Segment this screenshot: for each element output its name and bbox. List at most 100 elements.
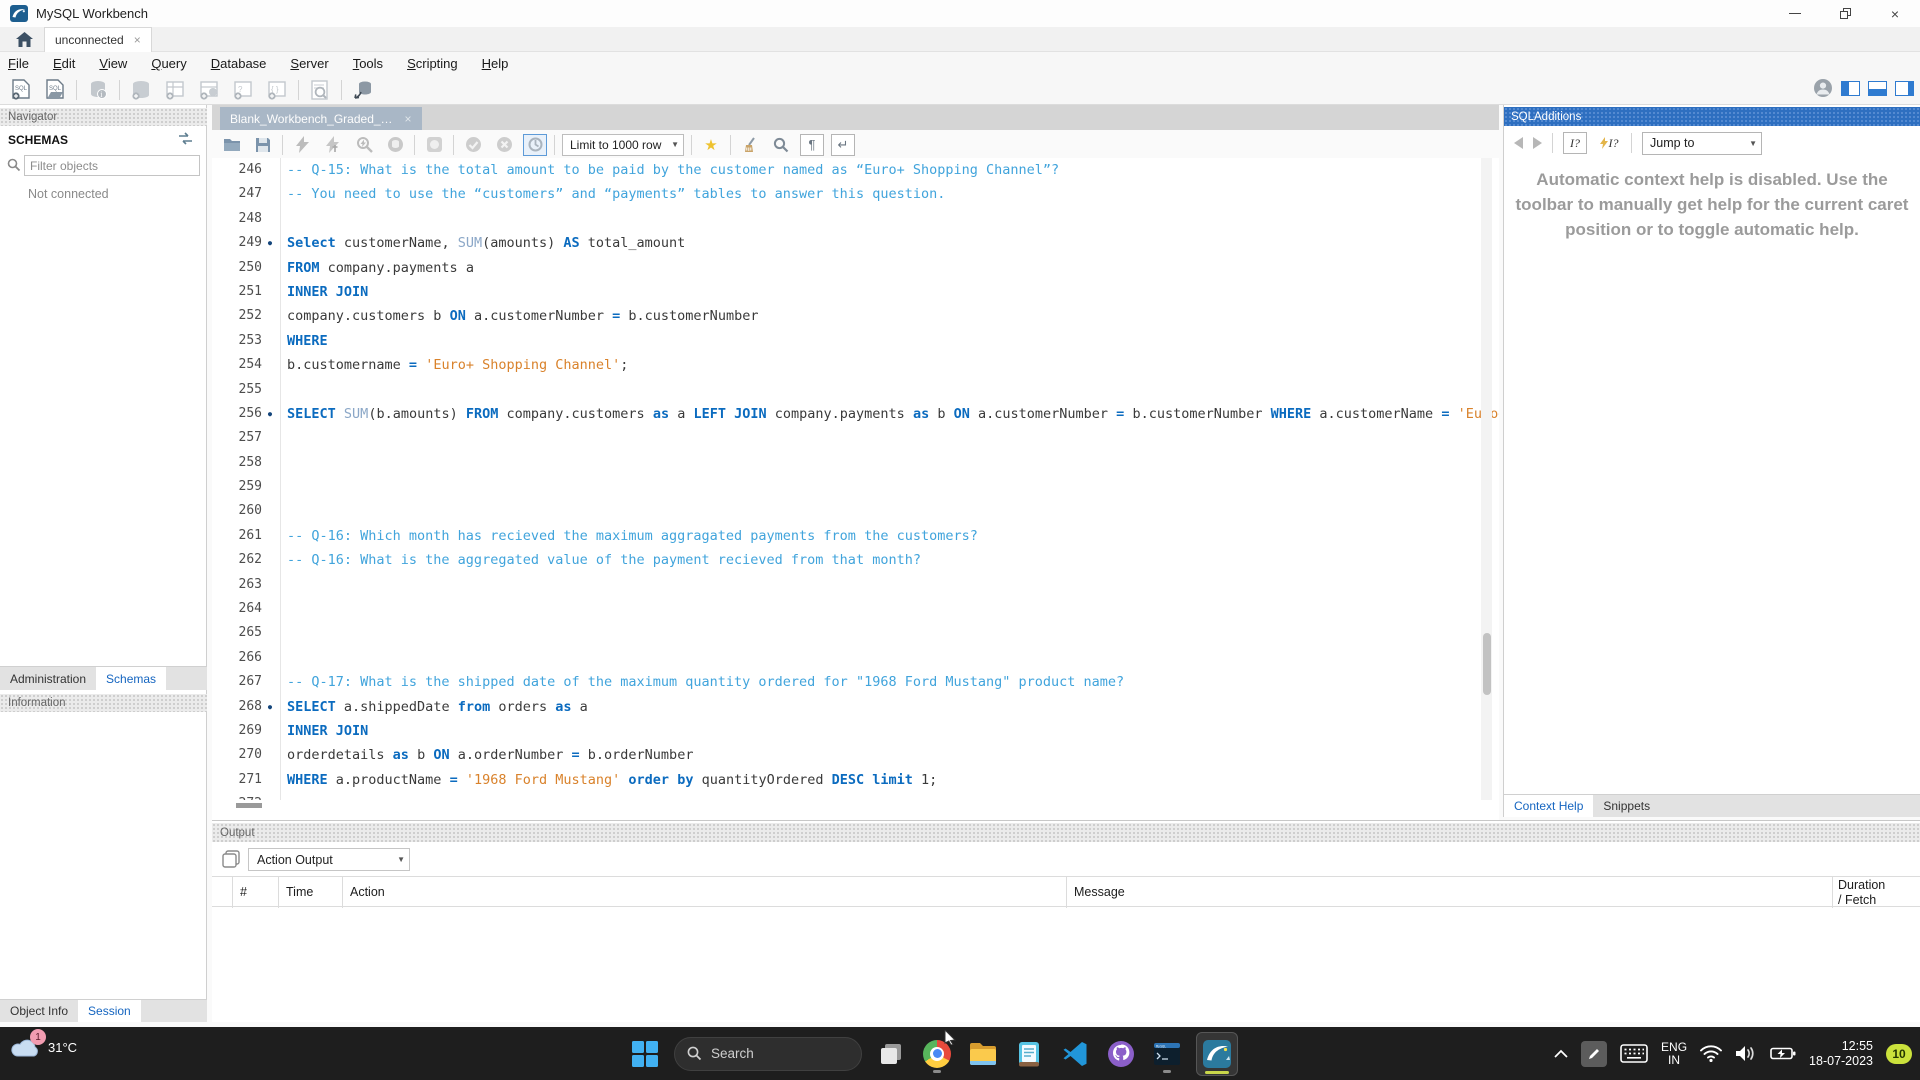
menu-server[interactable]: Server: [290, 56, 328, 71]
battery-charging-icon[interactable]: [1770, 1046, 1796, 1061]
tab-schemas[interactable]: Schemas: [96, 667, 166, 690]
toggle-autocommit-icon[interactable]: [523, 134, 547, 156]
chevron-up-icon[interactable]: [1554, 1049, 1568, 1058]
chrome-taskbar-icon[interactable]: [920, 1034, 954, 1074]
code-line-264[interactable]: 264: [212, 597, 1499, 621]
search-box[interactable]: Search: [674, 1037, 862, 1071]
mysql-cli-icon[interactable]: MySQL: [1150, 1034, 1184, 1074]
code-line-266[interactable]: 266: [212, 646, 1499, 670]
code-line-262[interactable]: 262-- Q-16: What is the aggregated value…: [212, 548, 1499, 572]
touch-keyboard-icon[interactable]: [1620, 1044, 1648, 1063]
code-line-259[interactable]: 259: [212, 475, 1499, 499]
volume-icon[interactable]: [1735, 1045, 1757, 1062]
code-area[interactable]: 246-- Q-15: What is the total amount to …: [212, 158, 1499, 800]
code-line-271[interactable]: 271WHERE a.productName = '1968 Ford Must…: [212, 768, 1499, 792]
mysql-workbench-icon-active[interactable]: [1196, 1032, 1238, 1076]
commit-icon: [461, 134, 485, 156]
jump-to-select[interactable]: Jump to ▼: [1642, 132, 1762, 155]
find-icon[interactable]: [769, 134, 793, 156]
wifi-icon[interactable]: [1700, 1045, 1722, 1062]
tab-snippets[interactable]: Snippets: [1593, 795, 1660, 817]
code-line-270[interactable]: 270orderdetails as b ON a.orderNumber = …: [212, 743, 1499, 767]
code-line-260[interactable]: 260: [212, 499, 1499, 523]
home-tab[interactable]: [6, 27, 42, 52]
code-line-247[interactable]: 247-- You need to use the “customers” an…: [212, 182, 1499, 206]
vscode-icon[interactable]: [1058, 1034, 1092, 1074]
task-view-button[interactable]: [874, 1034, 908, 1074]
open-script-icon[interactable]: [220, 134, 244, 156]
open-sql-script-button[interactable]: SQL: [42, 78, 68, 102]
row-limit-select[interactable]: Limit to 1000 row ▼: [562, 134, 684, 156]
code-line-263[interactable]: 263: [212, 573, 1499, 597]
save-snippet-icon[interactable]: ★: [699, 134, 723, 156]
restore-button[interactable]: [1820, 0, 1870, 27]
code-line-253[interactable]: 253WHERE: [212, 329, 1499, 353]
code-line-252[interactable]: 252company.customers b ON a.customerNumb…: [212, 304, 1499, 328]
editor-tab-close-icon[interactable]: ×: [405, 112, 412, 126]
code-line-258[interactable]: 258: [212, 451, 1499, 475]
start-button[interactable]: [628, 1034, 662, 1074]
save-script-icon[interactable]: [251, 134, 275, 156]
output-view-select[interactable]: Action Output ▼: [248, 848, 410, 871]
notepad-icon[interactable]: [1012, 1034, 1046, 1074]
editor-vertical-scrollbar[interactable]: [1481, 158, 1492, 800]
menu-view[interactable]: View: [99, 56, 127, 71]
code-line-267[interactable]: 267-- Q-17: What is the shipped date of …: [212, 670, 1499, 694]
manage-connections-button[interactable]: [350, 78, 376, 102]
back-icon[interactable]: [1514, 137, 1523, 149]
code-line-257[interactable]: 257: [212, 426, 1499, 450]
forward-icon[interactable]: [1533, 137, 1542, 149]
code-line-254[interactable]: 254b.customername = 'Euro+ Shopping Chan…: [212, 353, 1499, 377]
account-icon[interactable]: [1813, 78, 1833, 98]
filter-objects-input[interactable]: [24, 155, 200, 176]
file-explorer-icon[interactable]: [966, 1034, 1000, 1074]
editor-horizontal-scrollbar[interactable]: [236, 803, 262, 808]
code-line-249[interactable]: 249●Select customerName, SUM(amounts) AS…: [212, 231, 1499, 255]
menu-edit[interactable]: Edit: [53, 56, 75, 71]
tab-blank-workbench-graded[interactable]: Blank_Workbench_Graded_… ×: [220, 107, 422, 130]
tab-session[interactable]: Session: [78, 1000, 141, 1022]
toggle-secondary-sidebar-icon[interactable]: [1895, 81, 1914, 96]
pen-input-icon[interactable]: [1581, 1041, 1607, 1067]
tab-context-help[interactable]: Context Help: [1504, 795, 1593, 817]
toggle-sidebar-icon[interactable]: [1841, 81, 1860, 96]
menu-tools[interactable]: Tools: [353, 56, 383, 71]
close-button[interactable]: ×: [1870, 0, 1920, 27]
toggle-automatic-context-help-icon[interactable]: I?: [1597, 132, 1621, 154]
toggle-word-wrap-icon[interactable]: ↵: [831, 134, 855, 156]
code-line-251[interactable]: 251INNER JOIN: [212, 280, 1499, 304]
language-indicator[interactable]: ENG IN: [1661, 1041, 1687, 1067]
minimize-button[interactable]: [1770, 0, 1820, 27]
manual-context-help-icon[interactable]: I?: [1563, 132, 1587, 154]
code-line-268[interactable]: 268●SELECT a.shippedDate from orders as …: [212, 695, 1499, 719]
beautify-script-icon[interactable]: [738, 134, 762, 156]
menu-help[interactable]: Help: [482, 56, 509, 71]
tab-close-icon[interactable]: ×: [134, 33, 141, 47]
code-line-265[interactable]: 265: [212, 621, 1499, 645]
menu-file[interactable]: File: [8, 56, 29, 71]
github-desktop-icon[interactable]: [1104, 1034, 1138, 1074]
toggle-output-area-icon[interactable]: [1868, 81, 1887, 96]
code-line-272[interactable]: 272: [212, 792, 1499, 800]
code-line-261[interactable]: 261-- Q-16: Which month has recieved the…: [212, 524, 1499, 548]
menu-query[interactable]: Query: [151, 56, 186, 71]
notification-count-badge[interactable]: 10: [1886, 1044, 1912, 1064]
code-line-256[interactable]: 256●SELECT SUM(b.amounts) FROM company.c…: [212, 402, 1499, 426]
clock[interactable]: 12:55 18-07-2023: [1809, 1039, 1873, 1069]
scrollbar-thumb[interactable]: [1483, 633, 1491, 695]
code-line-248[interactable]: 248: [212, 207, 1499, 231]
tab-unconnected[interactable]: unconnected ×: [44, 27, 152, 52]
code-line-255[interactable]: 255: [212, 378, 1499, 402]
weather-widget[interactable]: 1 31°C: [10, 1035, 77, 1060]
new-sql-tab-button[interactable]: SQL: [8, 78, 34, 102]
code-line-246[interactable]: 246-- Q-15: What is the total amount to …: [212, 158, 1499, 182]
toggle-invisible-characters-icon[interactable]: ¶: [800, 134, 824, 156]
tab-administration[interactable]: Administration: [0, 667, 96, 690]
tab-object-info[interactable]: Object Info: [0, 1000, 78, 1022]
menu-database[interactable]: Database: [211, 56, 267, 71]
line-number: 265: [212, 621, 262, 645]
code-line-269[interactable]: 269INNER JOIN: [212, 719, 1499, 743]
menu-scripting[interactable]: Scripting: [407, 56, 458, 71]
reconnect-icon[interactable]: [178, 132, 193, 145]
code-line-250[interactable]: 250FROM company.payments a: [212, 256, 1499, 280]
